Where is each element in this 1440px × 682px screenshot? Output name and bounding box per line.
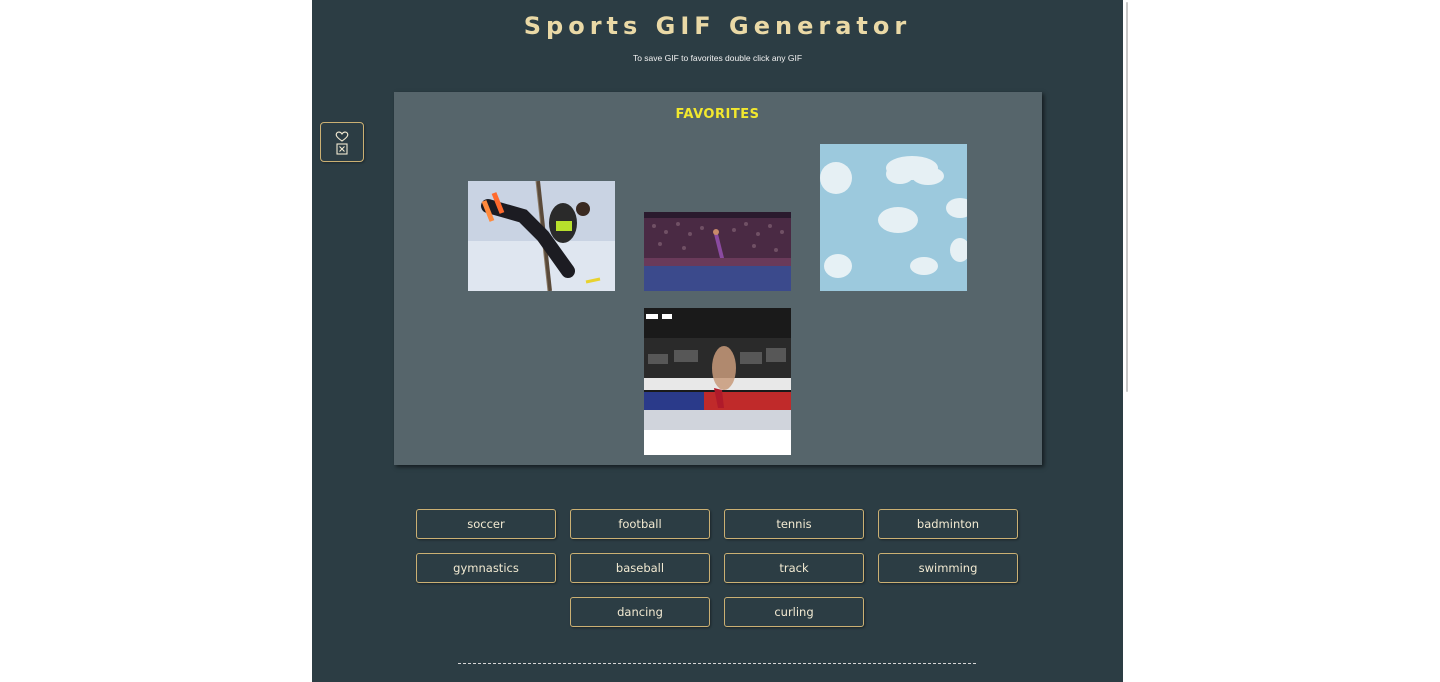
- section-divider: [458, 663, 976, 664]
- sport-button-track[interactable]: track: [724, 553, 864, 583]
- scrollbar-thumb[interactable]: [1126, 2, 1128, 392]
- page-title: Sports GIF Generator: [523, 12, 912, 40]
- favorite-gif[interactable]: [468, 181, 615, 291]
- sport-button-football[interactable]: football: [570, 509, 710, 539]
- sport-button-gymnastics[interactable]: gymnastics: [416, 553, 556, 583]
- heart-icon: [335, 131, 349, 142]
- sport-button-curling[interactable]: curling: [724, 597, 864, 627]
- favorites-heading: FAVORITES: [675, 107, 760, 122]
- page-subtitle: To save GIF to favorites double click an…: [632, 53, 803, 63]
- sport-button-baseball[interactable]: baseball: [570, 553, 710, 583]
- favorite-gif[interactable]: [644, 308, 791, 455]
- favorite-gif[interactable]: [644, 212, 791, 291]
- close-box-icon: [336, 143, 348, 155]
- sport-button-swimming[interactable]: swimming: [878, 553, 1018, 583]
- favorite-gif[interactable]: [820, 144, 967, 291]
- sport-button-soccer[interactable]: soccer: [416, 509, 556, 539]
- app-container: Sports GIF Generator To save GIF to favo…: [312, 0, 1123, 682]
- favorites-toggle-icons: [335, 131, 349, 155]
- sport-button-dancing[interactable]: dancing: [570, 597, 710, 627]
- sport-button-badminton[interactable]: badminton: [878, 509, 1018, 539]
- sport-button-tennis[interactable]: tennis: [724, 509, 864, 539]
- favorites-toggle-button[interactable]: [320, 122, 364, 162]
